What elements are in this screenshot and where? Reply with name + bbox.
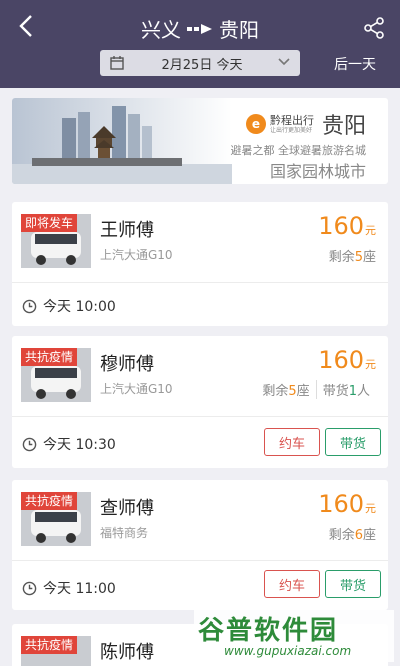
driver-name: 陈师傅 <box>100 642 154 663</box>
car-model: 上汽大通G10 <box>100 248 173 262</box>
trip-card[interactable]: 共抗疫情 查师傅 福特商务 160元 剩余6座 今天 11:00 约车 带货 <box>12 480 388 610</box>
brand-mark-icon: e <box>245 114 266 134</box>
share-icon <box>364 17 384 39</box>
trip-tag: 共抗疫情 <box>21 348 78 366</box>
seats-remaining: 剩余5座 <box>262 384 310 399</box>
trip-card[interactable]: 共抗疫情 穆师傅 上汽大通G10 160元 剩余5座 带货1人 今天 10:30… <box>12 336 388 468</box>
site-watermark: 谷普软件园 www.gupuxiazai.com <box>194 610 394 662</box>
city-banner[interactable]: e 黔程出行 让出行更加美好 贵阳 避暑之都 全球避暑旅游名城 国家园林城市 <box>12 98 388 184</box>
driver-name: 王师傅 <box>100 220 154 241</box>
clock-icon <box>22 581 37 595</box>
clock-icon <box>22 299 37 313</box>
seats-remaining: 剩余6座 <box>328 528 376 543</box>
trip-card[interactable]: 即将发车 王师傅 上汽大通G10 160元 剩余5座 今天 10:00 <box>12 202 388 326</box>
watermark-url: www.gupuxiazai.com <box>224 644 352 658</box>
share-button[interactable] <box>358 12 390 44</box>
car-model: 上汽大通G10 <box>100 382 173 396</box>
departure-time: 今天 11:00 <box>22 578 116 598</box>
seats-and-cargo: 剩余5座 带货1人 <box>256 380 376 399</box>
route-title: 兴义 贵阳 <box>0 14 400 43</box>
book-button[interactable]: 约车 <box>264 570 320 598</box>
cargo-button[interactable]: 带货 <box>325 428 381 456</box>
departure-time: 今天 10:30 <box>22 434 116 454</box>
next-day-button[interactable]: 后一天 <box>334 54 376 74</box>
car-model: 福特商务 <box>100 526 149 540</box>
city-skyline-image <box>12 98 232 184</box>
banner-city: 贵阳 <box>321 114 366 139</box>
driver-name: 查师傅 <box>100 498 154 519</box>
cargo-button[interactable]: 带货 <box>325 570 381 598</box>
arrow-right-icon <box>187 23 213 35</box>
banner-subtitle: 国家园林城市 <box>269 162 366 181</box>
driver-name: 穆师傅 <box>100 354 154 375</box>
book-button[interactable]: 约车 <box>264 428 320 456</box>
car-image: 即将发车 <box>21 214 91 268</box>
origin-city: 兴义 <box>141 18 181 42</box>
price: 160元 <box>318 212 376 240</box>
top-bar: 兴义 贵阳 2月25日 今天 后一天 <box>0 0 400 88</box>
car-image: 共抗疫情 <box>21 636 91 666</box>
divider <box>12 416 388 417</box>
price: 160元 <box>318 490 376 518</box>
date-label: 2月25日 今天 <box>161 57 243 73</box>
brand-tagline: 让出行更加美好 <box>269 126 312 134</box>
chevron-down-icon <box>278 58 290 66</box>
destination-city: 贵阳 <box>219 18 259 42</box>
car-image: 共抗疫情 <box>21 492 91 546</box>
watermark-text: 谷普软件园 <box>198 616 339 646</box>
brand-logo: e 黔程出行 让出行更加美好 贵阳 <box>245 108 366 140</box>
banner-slogan: 避暑之都 全球避暑旅游名城 <box>230 144 367 157</box>
divider <box>12 560 388 561</box>
divider <box>12 282 388 283</box>
cargo-count: 带货1人 <box>315 380 376 399</box>
calendar-icon <box>110 56 124 70</box>
date-selector[interactable]: 2月25日 今天 <box>100 50 300 76</box>
car-image: 共抗疫情 <box>21 348 91 402</box>
clock-icon <box>22 437 37 451</box>
departure-time: 今天 10:00 <box>22 296 116 316</box>
seats-remaining: 剩余5座 <box>328 250 376 265</box>
trip-tag: 共抗疫情 <box>21 636 78 654</box>
price: 160元 <box>318 346 376 374</box>
brand-name: 黔程出行 <box>269 113 314 127</box>
trip-tag: 即将发车 <box>21 214 78 232</box>
trip-tag: 共抗疫情 <box>21 492 78 510</box>
